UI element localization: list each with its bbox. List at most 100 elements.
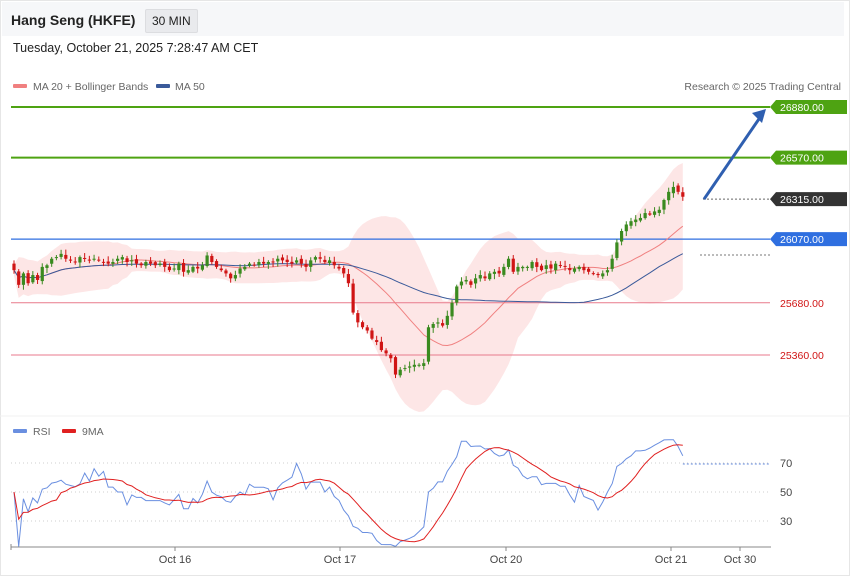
candle-body (205, 255, 209, 266)
candle-body (662, 200, 666, 210)
bollinger-band (14, 163, 683, 412)
price-chart: 26880.00 26570.00 26315.00 26070.00 25680.00… (0, 81, 850, 566)
candle-body (497, 270, 501, 274)
candle-body (31, 275, 35, 283)
candle-body (408, 366, 412, 368)
x-axis: Oct 16 Oct 17 Oct 20 Oct 21 Oct 30 (10, 544, 771, 566)
candle-body (92, 258, 96, 260)
x-tick-label: Oct 21 (655, 554, 687, 566)
level-tag-label: 26570.00 (780, 153, 824, 165)
candle-body (459, 281, 464, 286)
candle-body (327, 260, 332, 263)
x-tick-label: Oct 17 (324, 554, 356, 566)
candle-body (596, 273, 600, 276)
candle-body (610, 258, 614, 269)
candle-body (78, 257, 82, 263)
candle-body (35, 275, 40, 280)
candle-body (101, 261, 106, 263)
x-tick-label: Oct 30 (724, 554, 756, 566)
candle-body (153, 262, 157, 266)
candle-body (139, 263, 143, 266)
rsi-ma-legend-label: 9MA (82, 426, 104, 438)
candle-body (577, 266, 581, 270)
candle-body (591, 273, 595, 275)
candle-body (229, 273, 233, 279)
candle-body (144, 262, 148, 266)
candle-body (450, 302, 454, 317)
candle-body (252, 264, 256, 266)
candle-body (346, 274, 351, 284)
rsi-level-label: 70 (780, 458, 792, 470)
candle-body (111, 262, 115, 264)
candle-body (403, 368, 407, 370)
level-tag-label: 26880.00 (780, 102, 824, 114)
candle-body (21, 273, 26, 285)
level-tags: 26880.00 26570.00 26315.00 26070.00 25680.00… (770, 100, 847, 362)
candle-body (290, 261, 294, 264)
candle-body (422, 363, 426, 366)
candle-body (671, 186, 675, 194)
bollinger-band-area (14, 163, 683, 412)
candle-body (535, 262, 539, 267)
rsi-swatch (13, 429, 27, 433)
candle-body (634, 219, 638, 223)
candle-body (130, 260, 134, 262)
candle-body (469, 281, 473, 285)
candle-body (558, 265, 562, 267)
candle-body (214, 261, 219, 267)
candle-body (59, 253, 63, 257)
candle-body (45, 265, 49, 268)
candle-body (280, 257, 285, 261)
candle-body (106, 261, 110, 264)
x-tick-label: Oct 20 (490, 554, 522, 566)
candle-body (393, 357, 398, 375)
candle-body (120, 257, 124, 260)
candle-body (426, 327, 431, 362)
candle-body (629, 221, 633, 226)
candle-body (455, 286, 459, 303)
candle-body (167, 266, 172, 271)
candle-body (191, 266, 195, 272)
candle-body (40, 266, 44, 282)
candle-body (247, 263, 252, 266)
candle-body (464, 279, 468, 282)
x-tick-label: Oct 16 (159, 554, 191, 566)
level-tag-label: 25680.00 (780, 298, 824, 310)
candle-body (436, 322, 440, 324)
candle-body (163, 262, 167, 267)
candle-body (506, 258, 511, 267)
candle-body (285, 259, 289, 262)
candle-body (134, 259, 139, 264)
candle-body (342, 268, 346, 274)
candle-body (276, 258, 280, 262)
candle-body (64, 254, 68, 259)
candle-body (243, 266, 247, 270)
candle-body (619, 231, 624, 242)
candle-body (676, 185, 680, 192)
candle-body (68, 259, 73, 261)
credit: Research © 2025 Trading Central (684, 81, 841, 93)
candle-body (365, 327, 369, 331)
candle-body (54, 257, 58, 259)
candle-body (445, 315, 449, 325)
candle-body (318, 257, 322, 259)
rsi-legend: RSI 9MA (13, 426, 104, 438)
rsi-line (13, 439, 684, 547)
ma20-legend: MA 20 + Bollinger Bands (33, 81, 148, 93)
candle-body (667, 191, 671, 201)
candle-body (572, 268, 577, 272)
level-tag-label: 26315.00 (780, 194, 824, 206)
candle-body (412, 364, 416, 367)
candle-body (186, 270, 190, 273)
candle-body (116, 258, 120, 261)
rsi-legend-label: RSI (33, 426, 51, 438)
candle-body (266, 262, 270, 264)
candle-body (657, 209, 661, 213)
candle-body (544, 265, 548, 270)
candle-body (158, 263, 162, 265)
candle-body (356, 313, 360, 323)
rsi-level-label: 50 (780, 487, 792, 499)
candle-body (652, 211, 657, 215)
rsi-level-label: 30 (780, 516, 792, 528)
rsi-pane: 70 50 30 (11, 439, 792, 547)
